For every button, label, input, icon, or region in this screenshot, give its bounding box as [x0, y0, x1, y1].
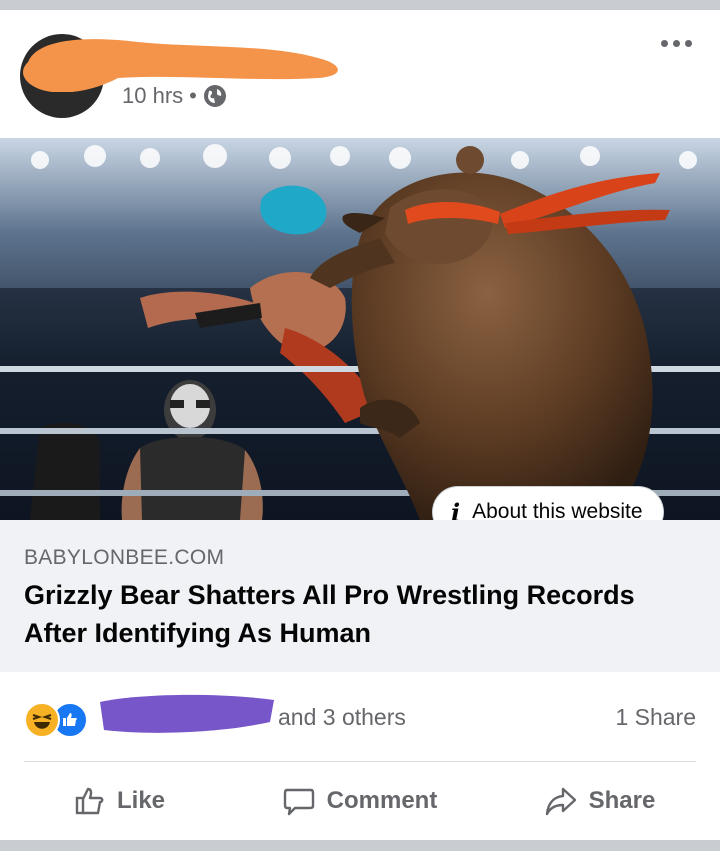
link-preview-box[interactable]: BABYLONBEE.COM Grizzly Bear Shatters All… — [0, 520, 720, 672]
link-domain: BABYLONBEE.COM — [24, 546, 225, 569]
globe-icon — [203, 85, 226, 107]
comment-icon — [283, 788, 314, 816]
reaction-summary[interactable]: and 3 others — [278, 704, 406, 731]
post-time[interactable]: 10 hrs • — [122, 83, 227, 109]
more-options-icon[interactable] — [661, 40, 692, 47]
post-header: 10 hrs • — [0, 10, 720, 138]
comment-label: Comment — [326, 787, 438, 814]
share-button[interactable]: Share — [480, 762, 720, 840]
time-text: 10 hrs — [122, 83, 184, 108]
haha-icon — [24, 702, 60, 738]
reactions-bar: and 3 others 1 Share — [0, 672, 720, 762]
thumbs-up-icon — [75, 787, 104, 815]
redacted-reactor-name — [100, 694, 274, 733]
share-label: Share — [588, 787, 656, 814]
comment-button[interactable]: Comment — [240, 762, 480, 840]
like-label: Like — [116, 787, 166, 814]
bottom-separator — [0, 840, 720, 851]
link-title: Grizzly Bear Shatters All Pro Wrestling … — [24, 580, 635, 648]
action-bar: Like Comment Share — [0, 762, 720, 840]
post-card: 10 hrs • i About this website BABYLONBEE… — [0, 10, 720, 840]
share-icon — [545, 787, 576, 816]
share-count[interactable]: 1 Share — [615, 704, 696, 731]
link-preview-image[interactable] — [0, 138, 720, 520]
like-button[interactable]: Like — [0, 762, 240, 840]
reaction-icons[interactable] — [24, 702, 88, 738]
time-separator: • — [189, 83, 197, 108]
